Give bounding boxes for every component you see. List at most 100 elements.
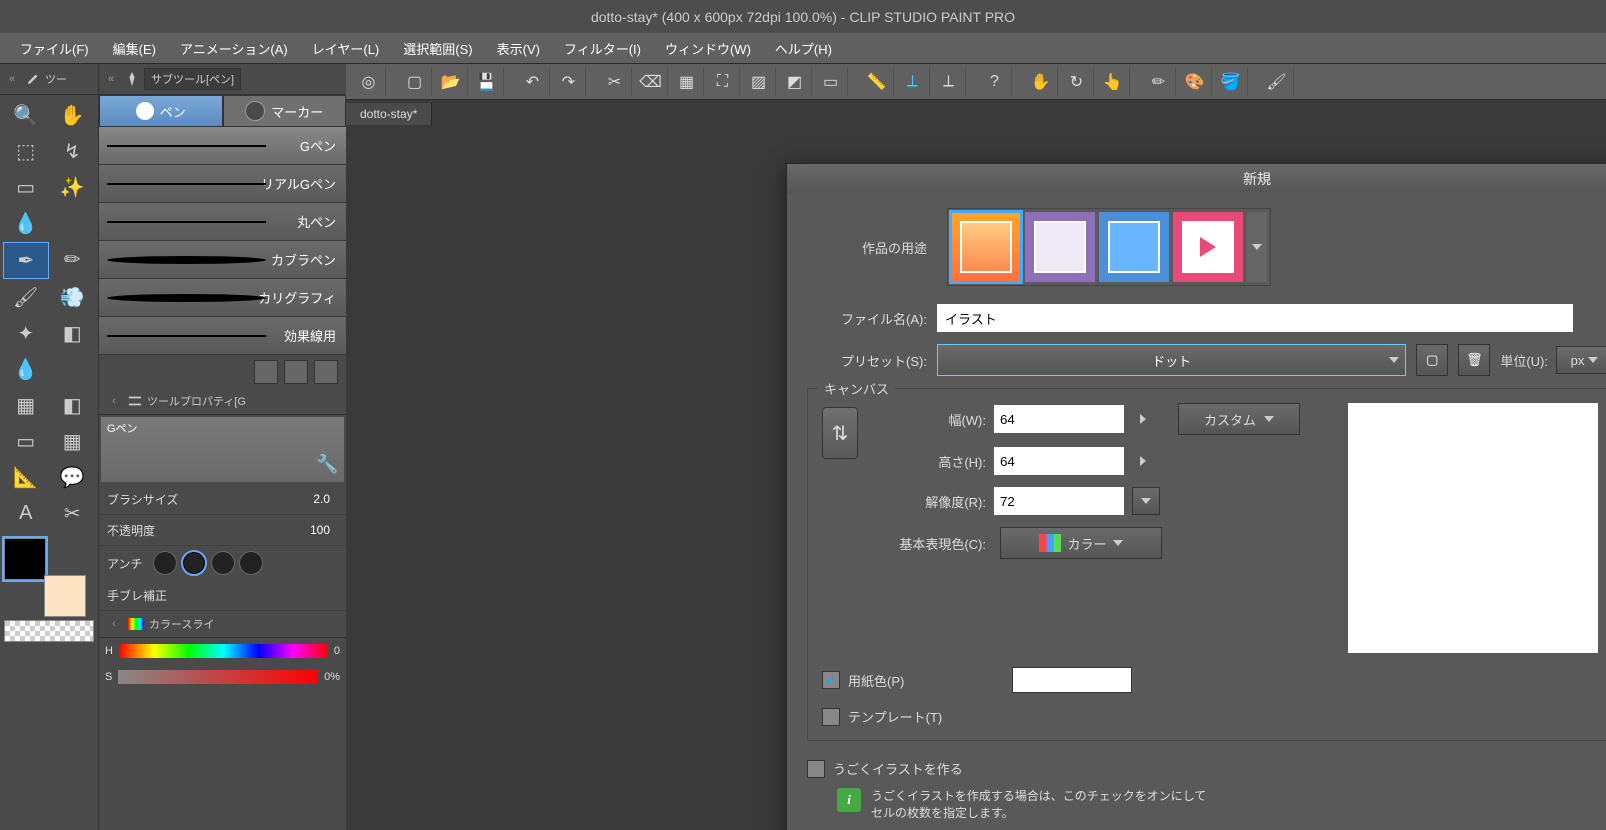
tool-eyedropper[interactable]: 💧 [3,206,49,241]
transparent-color[interactable] [4,620,94,642]
swap-dimensions-button[interactable]: ⇅ [822,407,858,459]
cmd-ruler[interactable]: 📏 [860,68,894,96]
aa-option-4[interactable] [239,551,263,575]
resolution-input[interactable] [994,487,1124,515]
aa-option-2[interactable] [181,550,207,576]
subtool-effect-line[interactable]: 効果線用 [99,317,346,355]
menu-filter[interactable]: フィルター(I) [552,34,653,63]
menu-selection[interactable]: 選択範囲(S) [391,34,484,63]
tool-hand[interactable]: ✋ [50,98,96,133]
cmd-border[interactable]: ▭ [814,68,848,96]
cmd-smudge[interactable]: 👆 [1096,68,1130,96]
tool-frame[interactable]: ▦ [50,424,96,459]
cmd-help[interactable]: ? [978,68,1012,96]
tool-correct[interactable]: ✂ [50,496,96,531]
tool-text[interactable]: A [3,496,49,531]
subtool-calligraphy[interactable]: カリグラフィ [99,279,346,317]
preset-select[interactable]: ドット [937,344,1406,376]
prop-brush-size[interactable]: ブラシサイズ2.0 [99,484,346,515]
menu-animation[interactable]: アニメーション(A) [168,34,300,63]
wrench-icon[interactable]: 🔧 [316,454,338,476]
subtool-g-pen[interactable]: Gペン [99,127,346,165]
tool-zoom[interactable]: 🔍 [3,98,49,133]
tool-airbrush[interactable]: 💨 [50,280,96,315]
tool-wand[interactable]: ✨ [50,170,96,205]
menu-file[interactable]: ファイル(F) [8,34,101,63]
tool-balloon[interactable]: 💬 [50,460,96,495]
clipboard-icon[interactable] [254,360,278,384]
cmd-brush2[interactable]: 🖌 [1260,68,1294,96]
cmd-figure[interactable]: ✏ [1142,68,1176,96]
tool-marquee[interactable]: ▭ [3,170,49,205]
purpose-animation[interactable] [1173,212,1243,282]
menu-edit[interactable]: 編集(E) [101,34,168,63]
hue-bar[interactable] [119,644,328,658]
subtool-tab-pen[interactable]: ペン [99,95,223,127]
cmd-crop[interactable]: ⛶ [706,68,740,96]
purpose-dropdown[interactable] [1247,212,1267,282]
tool-decoration[interactable]: ✦ [3,316,49,351]
tool-figure[interactable]: ▭ [3,424,49,459]
cmd-snap-special[interactable]: ⟂ [932,68,966,96]
cmd-open[interactable]: 📂 [434,68,468,96]
cmd-deselect[interactable]: ▨ [742,68,776,96]
cmd-cut[interactable]: ✂ [598,68,632,96]
aa-option-3[interactable] [211,551,235,575]
template-checkbox[interactable] [822,708,840,726]
colormode-select[interactable]: カラー [1000,527,1162,559]
paper-color-checkbox[interactable]: ✓ [822,671,840,689]
collapse-icon[interactable]: « [3,70,21,88]
width-input[interactable] [994,405,1124,433]
tool-gradient[interactable]: ◧ [50,388,96,423]
dialog-title-bar[interactable]: 新規 ✕ [787,164,1606,194]
menu-view[interactable]: 表示(V) [485,34,552,63]
cmd-bucket[interactable]: 🪣 [1214,68,1248,96]
cmd-undo[interactable]: ↶ [516,68,550,96]
tool-operation[interactable]: ↯ [50,134,96,169]
menu-help[interactable]: ヘルプ(H) [763,34,844,63]
cmd-delete[interactable]: ⌫ [634,68,668,96]
purpose-all-comic[interactable] [1099,212,1169,282]
purpose-illustration[interactable] [951,212,1021,282]
filename-input[interactable] [937,304,1573,332]
cmd-clip-studio[interactable]: ◎ [352,68,386,96]
cmd-new[interactable]: ▢ [398,68,432,96]
cmd-redo[interactable]: ↷ [552,68,586,96]
foreground-color[interactable] [4,538,46,580]
background-color[interactable] [44,575,86,617]
trash-icon[interactable] [314,360,338,384]
tool-brush[interactable]: 🖌 [3,280,49,315]
collapse-icon[interactable]: ‹ [105,615,123,633]
height-arrow[interactable] [1132,450,1154,472]
collapse-icon[interactable]: ‹ [105,392,123,410]
menu-window[interactable]: ウィンドウ(W) [653,34,763,63]
prop-stabilization[interactable]: 手ブレ補正 [99,580,346,611]
saturation-slider[interactable]: S 0% [99,664,346,690]
cmd-snap-ruler[interactable]: ⟂ [896,68,930,96]
height-input[interactable] [994,447,1124,475]
movable-illust-checkbox[interactable] [807,760,825,778]
document-tab[interactable]: dotto-stay* [346,103,432,125]
tool-move[interactable]: ⬚ [3,134,49,169]
preset-delete-icon[interactable]: 🗑 [1458,344,1490,376]
cmd-rotate[interactable]: ↻ [1060,68,1094,96]
collapse-icon[interactable]: « [102,70,120,88]
menu-layer[interactable]: レイヤー(L) [300,34,392,63]
hue-slider[interactable]: H 0 [99,638,346,664]
cmd-invert[interactable]: ◩ [778,68,812,96]
tool-fill[interactable]: ▦ [3,388,49,423]
tool-pen[interactable]: ✒ [3,242,49,279]
cmd-grab[interactable]: ✋ [1024,68,1058,96]
cmd-color[interactable]: 🎨 [1178,68,1212,96]
cmd-save[interactable]: 💾 [470,68,504,96]
tool-pencil[interactable]: ✏ [50,242,96,277]
aa-option-1[interactable] [153,551,177,575]
sat-bar[interactable] [118,670,318,684]
prop-opacity[interactable]: 不透明度100 [99,515,346,546]
subtool-maru-pen[interactable]: 丸ペン [99,203,346,241]
preset-save-icon[interactable]: ▢ [1416,344,1448,376]
subtool-kabura-pen[interactable]: カブラペン [99,241,346,279]
size-preset-select[interactable]: カスタム [1178,403,1300,435]
subtool-tab-marker[interactable]: マーカー [223,95,347,127]
paper-color-swatch[interactable] [1012,667,1132,693]
